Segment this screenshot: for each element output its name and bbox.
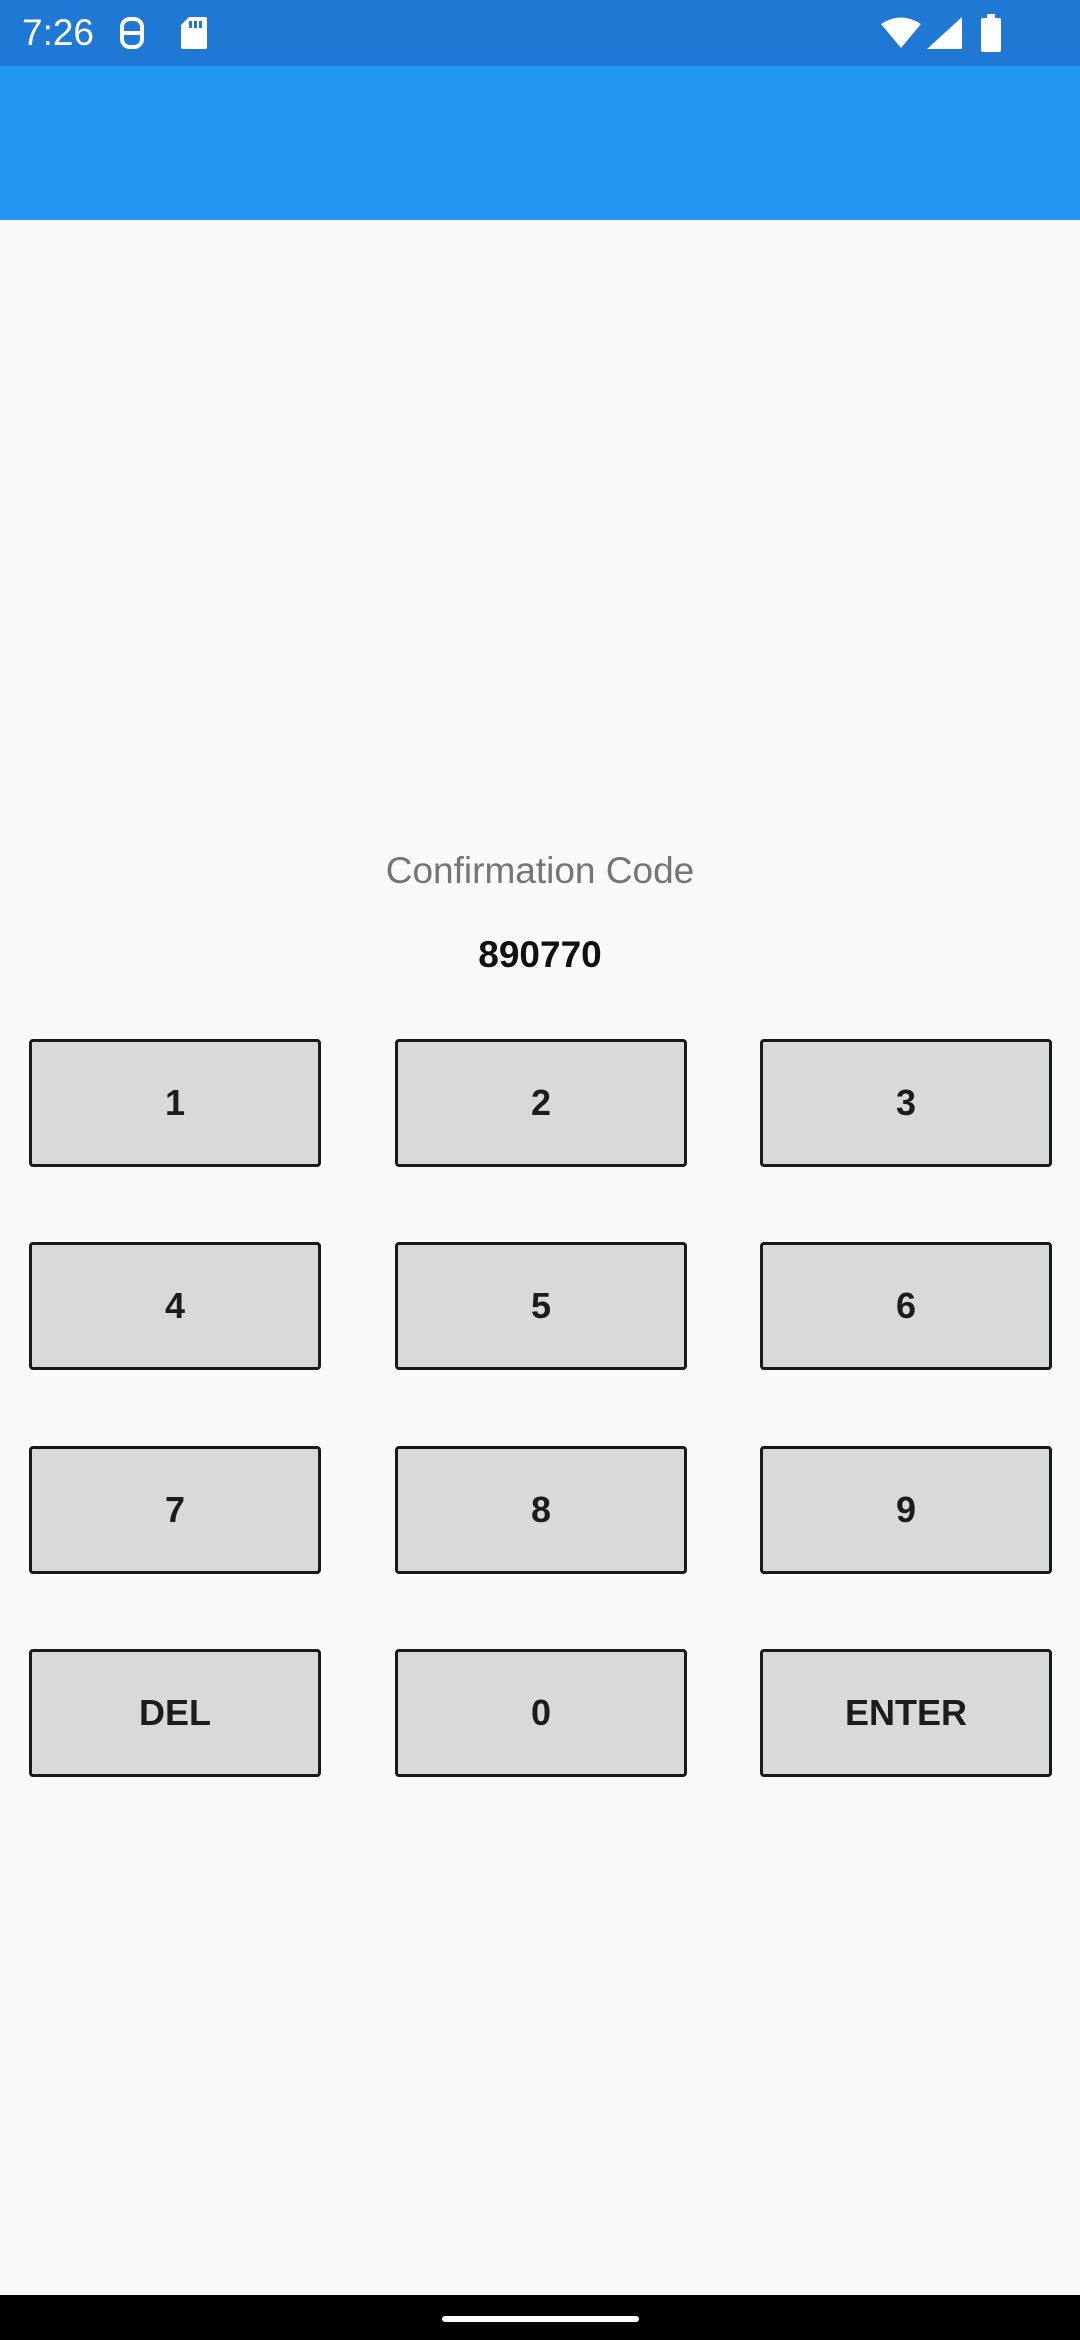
- key-8-button[interactable]: 8: [395, 1446, 687, 1574]
- key-9-button[interactable]: 9: [760, 1446, 1052, 1574]
- battery-icon: [981, 14, 1001, 52]
- data-saver-icon: [120, 17, 144, 49]
- app-bar: [0, 66, 1080, 220]
- key-5-button[interactable]: 5: [395, 1242, 687, 1370]
- key-7-button[interactable]: 7: [29, 1446, 321, 1574]
- key-3-button[interactable]: 3: [760, 1039, 1052, 1167]
- home-gesture-handle[interactable]: [442, 2316, 639, 2322]
- key-1-button[interactable]: 1: [29, 1039, 321, 1167]
- status-time: 7:26: [22, 12, 95, 53]
- delete-button[interactable]: DEL: [29, 1649, 321, 1777]
- status-bar: 7:26: [0, 0, 1080, 66]
- sd-card-icon: [181, 17, 207, 49]
- key-0-button[interactable]: 0: [395, 1649, 687, 1777]
- enter-button[interactable]: ENTER: [760, 1649, 1052, 1777]
- wifi-icon: [881, 17, 921, 48]
- confirmation-code-value: 890770: [478, 934, 602, 975]
- confirmation-code-label: Confirmation Code: [385, 850, 695, 891]
- key-2-button[interactable]: 2: [395, 1039, 687, 1167]
- cellular-signal-icon: [927, 17, 962, 49]
- keypad: 1 2 3 4 5 6 7 8 9 DEL 0 ENTER: [0, 0, 1080, 2340]
- key-4-button[interactable]: 4: [29, 1242, 321, 1370]
- key-6-button[interactable]: 6: [760, 1242, 1052, 1370]
